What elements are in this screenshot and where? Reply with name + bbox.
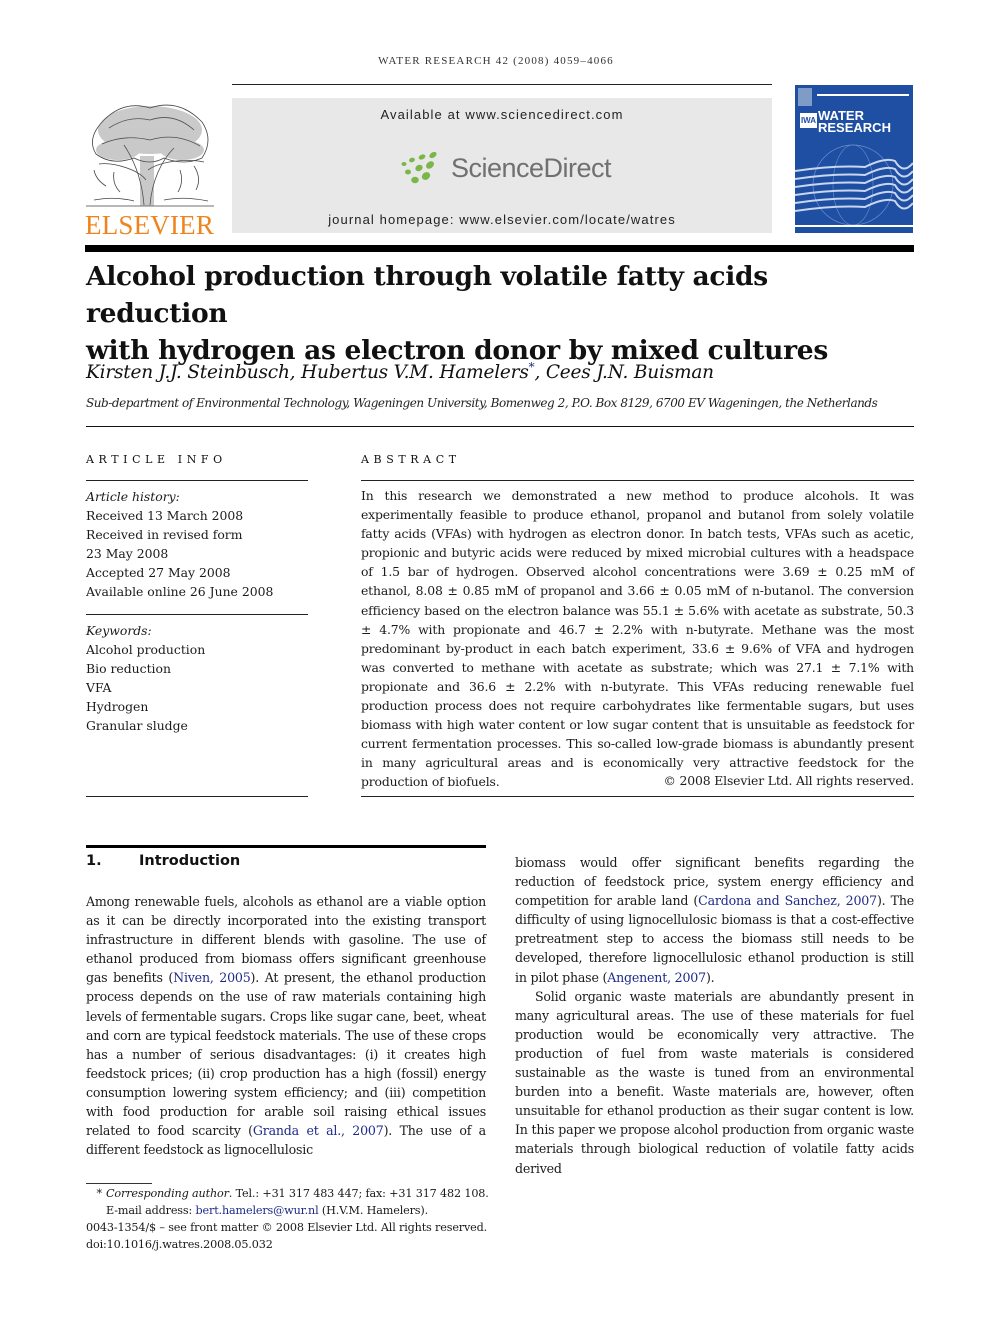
email-suffix: (H.V.M. Hamelers). — [318, 1204, 429, 1217]
article-history-label: Article history: — [86, 489, 180, 504]
author-separator: , — [534, 362, 546, 384]
article-info-rule — [86, 796, 308, 797]
footnote-rule — [86, 1183, 152, 1184]
elsevier-logo-text: ELSEVIER — [85, 210, 215, 240]
history-item: Available online 26 June 2008 — [86, 584, 274, 599]
keyword-item: Hydrogen — [86, 699, 149, 714]
sciencedirect-dots-icon — [401, 151, 437, 184]
footnote-mark: * — [96, 1187, 103, 1200]
text-run: ). At present, the ethanol production pr… — [86, 970, 486, 1139]
citation-link[interactable]: Granda et al., 2007 — [253, 1123, 384, 1138]
history-item: Accepted 27 May 2008 — [86, 565, 231, 580]
keywords-label: Keywords: — [86, 623, 152, 638]
keyword-item: Bio reduction — [86, 661, 171, 676]
cover-journal-title: WATER RESEARCH — [818, 109, 891, 135]
email-link[interactable]: bert.hamelers@wur.nl — [196, 1204, 319, 1217]
keyword-item: Alcohol production — [86, 642, 206, 657]
journal-homepage-link[interactable]: journal homepage: www.elsevier.com/locat… — [232, 212, 772, 227]
author-name: Hubertus V.M. Hamelers — [301, 362, 529, 384]
abstract-text: In this research we demonstrated a new m… — [361, 488, 914, 790]
history-item: Received 13 March 2008 — [86, 508, 244, 523]
section-heading: 1. Introduction — [86, 853, 240, 869]
keywords: Keywords: Alcohol production Bio reducti… — [86, 621, 205, 735]
section-title: Introduction — [139, 853, 241, 869]
front-matter: 0043-1354/$ – see front matter © 2008 El… — [86, 1221, 488, 1234]
citation-link[interactable]: Cardona and Sanchez, 2007 — [698, 893, 877, 908]
author-name: Cees J.N. Buisman — [545, 362, 714, 384]
running-header: WATER RESEARCH 42 (2008) 4059–4066 — [378, 55, 614, 67]
abstract-rule — [361, 480, 914, 481]
citation-link[interactable]: Niven, 2005 — [173, 970, 251, 985]
author-name: Kirsten J.J. Steinbusch — [86, 362, 290, 384]
email-note: E-mail address: bert.hamelers@wur.nl (H.… — [86, 1202, 489, 1219]
doi[interactable]: doi:10.1016/j.watres.2008.05.032 — [86, 1236, 489, 1253]
title-line-1: Alcohol production through volatile fatt… — [86, 261, 768, 329]
body-column-right: biomass would offer significant benefits… — [515, 853, 914, 1178]
abstract-rule — [361, 796, 914, 797]
article-history: Article history: Received 13 March 2008 … — [86, 487, 273, 601]
iwa-badge: IWA — [800, 113, 817, 128]
header-rule — [232, 84, 772, 85]
sciencedirect-logo[interactable]: ScienceDirect — [398, 148, 612, 188]
affiliation: Sub-department of Environmental Technolo… — [86, 396, 878, 410]
section-rule — [86, 845, 486, 848]
keyword-item: Granular sludge — [86, 718, 188, 733]
footnotes: * Corresponding author. Tel.: +31 317 483… — [86, 1185, 489, 1253]
available-at-link[interactable]: Available at www.sciencedirect.com — [232, 107, 772, 122]
author-list: Kirsten J.J. Steinbusch, Hubertus V.M. H… — [86, 360, 714, 383]
title-divider — [86, 426, 914, 427]
article-info-heading: ARTICLE INFO — [86, 453, 227, 466]
history-item: 23 May 2008 — [86, 546, 169, 561]
history-item: Received in revised form — [86, 527, 243, 542]
corresponding-author-note: * Corresponding author. Tel.: +31 317 483… — [86, 1185, 489, 1202]
abstract-heading: ABSTRACT — [361, 453, 461, 466]
header-thick-rule — [85, 245, 914, 252]
elsevier-tree-logo-icon — [86, 104, 214, 207]
corresponding-label: Corresponding author — [106, 1187, 229, 1200]
contact-details: . Tel.: +31 317 483 447; fax: +31 317 48… — [228, 1187, 489, 1200]
paragraph: Among renewable fuels, alcohols as ethan… — [86, 892, 486, 1159]
cover-title-line2: RESEARCH — [818, 120, 891, 135]
text-run: ). — [705, 969, 715, 985]
author-separator: , — [289, 362, 302, 384]
body-column-left: Among renewable fuels, alcohols as ethan… — [86, 892, 486, 1159]
email-label: E-mail address: — [106, 1204, 196, 1217]
paragraph: Solid organic waste materials are abunda… — [515, 988, 914, 1176]
article-info-rule — [86, 614, 308, 615]
article-title: Alcohol production through volatile fatt… — [86, 258, 916, 369]
section-number: 1. — [86, 853, 102, 869]
paragraph: biomass would offer significant benefits… — [515, 853, 914, 987]
article-info-rule — [86, 480, 308, 481]
keyword-item: VFA — [86, 680, 112, 695]
abstract-copyright: © 2008 Elsevier Ltd. All rights reserved… — [663, 773, 915, 788]
sciencedirect-wordmark: ScienceDirect — [451, 152, 612, 183]
citation-link[interactable]: Angenent, 2007 — [607, 970, 706, 985]
